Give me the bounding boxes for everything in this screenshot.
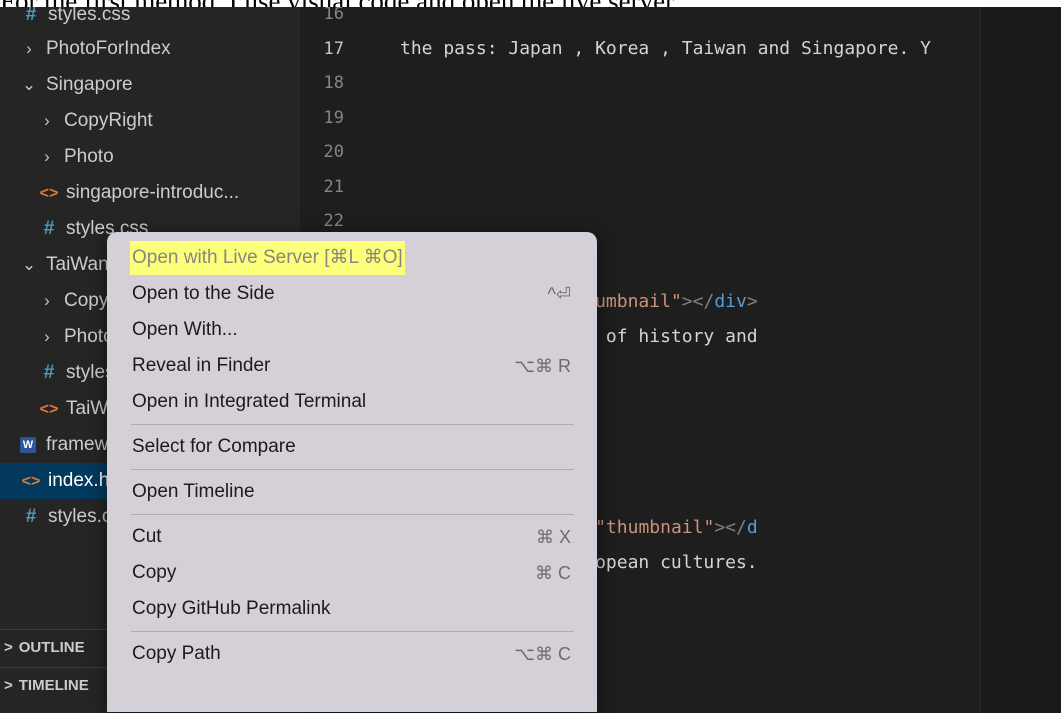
explorer-item-label: PhotoForIndex: [46, 38, 171, 59]
menu-item-label: Copy Path: [132, 643, 221, 664]
explorer-item-label: TaiWan: [46, 254, 109, 275]
chevron-right-icon: >: [4, 639, 13, 656]
line-number: 19: [323, 107, 344, 128]
explorer-item-label: CopyRight: [64, 110, 153, 131]
explorer-file-item[interactable]: <> singapore-introduc...: [0, 175, 338, 211]
menu-item-open-with[interactable]: Open With...: [119, 313, 585, 347]
css-file-icon: #: [25, 506, 37, 527]
chevron-right-icon: ›: [44, 291, 50, 310]
menu-item-shortcut: ⌘ X: [535, 527, 571, 547]
html-file-icon: <>: [39, 185, 59, 202]
line-number: 17: [323, 38, 344, 59]
explorer-item-label: Singapore: [46, 74, 133, 95]
menu-separator: [131, 514, 574, 515]
code-token: div: [714, 291, 747, 313]
line-number: 21: [323, 176, 344, 197]
chevron-down-icon: ⌄: [21, 75, 37, 94]
word-file-icon: W: [20, 436, 36, 453]
line-number: 18: [323, 73, 344, 93]
explorer-item-label: Photo: [64, 146, 114, 167]
html-file-icon: <>: [39, 401, 59, 418]
css-file-icon: #: [25, 7, 37, 25]
code-token: >: [746, 291, 758, 313]
menu-item-shortcut: ⌥⌘ R: [514, 356, 571, 376]
menu-item-open-with-live-server[interactable]: Open with Live Server [⌘L ⌘O]: [119, 241, 585, 275]
menu-item-label: Open in Integrated Terminal: [132, 391, 367, 412]
code-line[interactable]: the pass: Japan , Korea , Taiwan and Sin…: [400, 34, 931, 64]
chevron-right-icon: ›: [44, 327, 50, 346]
menu-item-copy[interactable]: Copy ⌘ C: [119, 556, 585, 590]
menu-item-label: Select for Compare: [132, 436, 296, 457]
explorer-folder-item[interactable]: ⌄ Singapore: [0, 67, 320, 103]
menu-separator: [131, 631, 574, 632]
html-file-icon: <>: [21, 473, 41, 490]
panel-header-label: OUTLINE: [18, 639, 85, 656]
explorer-context-menu: Open with Live Server [⌘L ⌘O] Open to the…: [107, 232, 597, 712]
chevron-down-icon: ⌄: [21, 255, 37, 274]
menu-item-shortcut: ⌥⌘ C: [514, 644, 571, 664]
code-token: "thumbnail": [595, 517, 715, 539]
line-number: 20: [323, 142, 344, 162]
explorer-folder-item[interactable]: › CopyRight: [0, 103, 338, 139]
menu-item-label: Cut: [132, 526, 162, 547]
chevron-right-icon: >: [4, 677, 13, 694]
explorer-item-label: singapore-introduc...: [66, 182, 240, 203]
menu-separator: [131, 469, 574, 470]
explorer-file-item[interactable]: # styles.css: [0, 7, 320, 33]
menu-item-open-timeline[interactable]: Open Timeline: [119, 475, 585, 509]
explorer-folder-item[interactable]: › PhotoForIndex: [0, 31, 320, 67]
menu-item-label: Copy: [132, 562, 177, 583]
css-file-icon: #: [43, 218, 55, 239]
menu-item-cut[interactable]: Cut ⌘ X: [119, 520, 585, 554]
panel-header-label: TIMELINE: [18, 677, 89, 694]
explorer-folder-item[interactable]: › Photo: [0, 139, 338, 175]
code-token: ></: [714, 517, 747, 539]
menu-item-copy-github-permalink[interactable]: Copy GitHub Permalink: [119, 592, 585, 626]
menu-separator: [131, 424, 574, 425]
css-file-icon: #: [43, 362, 55, 383]
code-token: ></: [681, 291, 715, 313]
menu-item-label: Open With...: [132, 319, 238, 340]
menu-item-label: Open Timeline: [132, 481, 255, 502]
chevron-right-icon: ›: [26, 39, 32, 58]
chevron-right-icon: ›: [44, 111, 50, 130]
code-token: the pass: Japan , Korea , Taiwan and Sin…: [400, 37, 932, 59]
menu-item-label: Open with Live Server [⌘L ⌘O]: [130, 241, 405, 275]
menu-item-open-to-the-side[interactable]: Open to the Side ^⏎: [119, 277, 585, 311]
minimap[interactable]: [980, 7, 1061, 713]
menu-item-open-in-integrated-terminal[interactable]: Open in Integrated Terminal: [119, 385, 585, 419]
line-number: 16: [323, 7, 344, 24]
chevron-right-icon: ›: [44, 147, 50, 166]
menu-item-label: Open to the Side: [132, 283, 275, 304]
menu-item-shortcut: ^⏎: [547, 284, 571, 304]
menu-item-copy-path[interactable]: Copy Path ⌥⌘ C: [119, 637, 585, 671]
menu-item-shortcut: ⌘ C: [535, 563, 571, 583]
menu-item-reveal-in-finder[interactable]: Reveal in Finder ⌥⌘ R: [119, 349, 585, 383]
menu-item-select-for-compare[interactable]: Select for Compare: [119, 430, 585, 464]
code-token: d: [746, 517, 758, 539]
explorer-item-label: styles.css: [48, 7, 131, 25]
menu-item-label: Reveal in Finder: [132, 355, 271, 376]
menu-item-label: Copy GitHub Permalink: [132, 598, 331, 619]
